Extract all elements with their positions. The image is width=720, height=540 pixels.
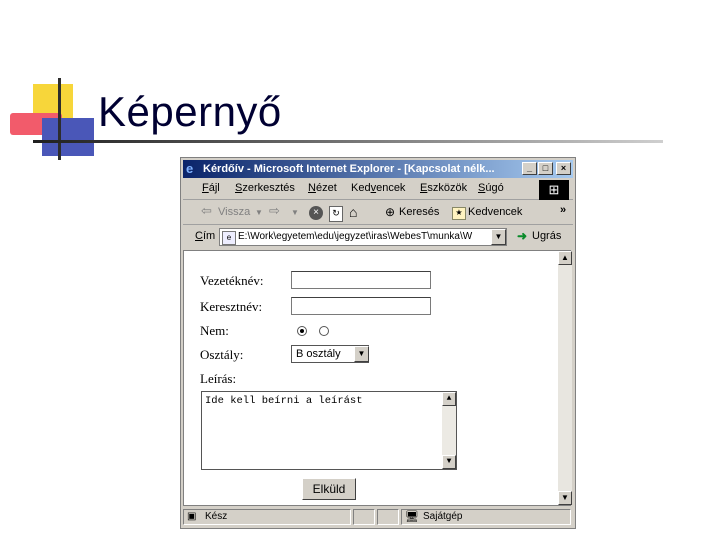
menu-file[interactable]: Fájl [202,182,220,194]
address-dropdown-icon[interactable]: ▼ [491,229,506,245]
close-button[interactable]: × [556,162,571,175]
gender-radio-1[interactable] [297,326,307,336]
firstname-label: Keresztnév: [200,299,263,314]
status-bar: ▣ Kész 🖥 Sajátgép [183,508,573,526]
status-zone: Sajátgép [423,511,463,522]
search-icon[interactable]: ⊕ [385,205,395,219]
class-label: Osztály: [200,347,244,362]
status-page-icon: ▣ [187,511,197,522]
refresh-icon[interactable]: ↻ [329,206,343,222]
go-button[interactable]: Ugrás [532,230,561,242]
search-button[interactable]: Keresés [399,206,439,218]
favorites-button[interactable]: Kedvencek [468,206,522,218]
favorites-icon[interactable]: ★ [452,207,466,220]
maximize-button[interactable]: □ [538,162,553,175]
back-dropdown-icon[interactable]: ▼ [255,208,263,217]
textarea-scroll-down-icon[interactable]: ▼ [442,455,456,469]
decor-vertical-line [58,78,61,160]
windows-flag-icon: ⊞ [539,180,569,200]
address-label: Cím [195,230,216,242]
decor-blue-square [42,118,94,156]
browser-window: e Kérdőív - Microsoft Internet Explorer … [180,157,576,529]
textarea-scroll-up-icon[interactable]: ▲ [442,392,456,406]
menu-bar: Fájl Szerkesztés Nézet Kedvencek Eszközö… [183,179,573,200]
menu-view[interactable]: Nézet [308,182,337,194]
description-value: Ide kell beírni a leírást [205,395,363,407]
slide-title: Képernyő [98,88,282,135]
stop-icon[interactable]: × [309,206,323,220]
class-dropdown-icon[interactable]: ▼ [354,346,369,362]
toolbar-more-chevron[interactable]: » [560,204,566,216]
gender-radio-2[interactable] [319,326,329,336]
menu-edit[interactable]: Szerkesztés [235,182,295,194]
textarea-scrollbar[interactable]: ▲ ▼ [442,392,456,469]
menu-tools[interactable]: Eszközök [420,182,467,194]
page-icon: e [222,231,236,245]
back-button[interactable]: Vissza [218,206,250,218]
description-textarea[interactable]: Ide kell beírni a leírást ▲ ▼ [201,391,457,470]
ie-logo-icon: e [186,161,194,176]
status-cell-3 [377,509,399,525]
title-bar: e Kérdőív - Microsoft Internet Explorer … [183,160,573,178]
firstname-input[interactable] [291,297,431,315]
page-scrollbar[interactable]: ▲ ▼ [558,251,572,505]
scroll-down-icon[interactable]: ▼ [558,491,572,505]
computer-icon: 🖥 [405,511,419,523]
menu-help[interactable]: Súgó [478,182,504,194]
page-content: Vezetéknév: Keresztnév: Nem: Osztály: B … [183,250,572,506]
class-select-value: B osztály [296,348,341,360]
description-label: Leírás: [200,371,237,386]
toolbar: ⇦ Vissza ▼ ⇨ ▼ × ↻ ⌂ ⊕ Keresés ★ Kedvenc… [183,202,573,225]
surname-label: Vezetéknév: [200,273,264,288]
forward-dropdown-icon[interactable]: ▼ [291,208,299,217]
status-ready: Kész [205,511,228,522]
back-arrow-icon[interactable]: ⇦ [201,203,212,219]
address-value: E:\Work\egyetem\edu\jegyzet\iras\WebesT\… [238,231,473,242]
address-input[interactable]: e E:\Work\egyetem\edu\jegyzet\iras\Webes… [219,228,507,246]
decor-horizontal-line [33,140,663,143]
minimize-button[interactable]: _ [522,162,537,175]
submit-button[interactable]: Elküld [302,478,356,500]
status-cell-2 [353,509,375,525]
forward-arrow-icon[interactable]: ⇨ [269,203,280,219]
window-title: Kérdőív - Microsoft Internet Explorer - … [203,163,495,175]
menu-favorites[interactable]: Kedvencek [351,182,405,194]
scroll-up-icon[interactable]: ▲ [558,251,572,265]
gender-label: Nem: [200,323,229,338]
home-icon[interactable]: ⌂ [349,204,357,220]
address-bar: Cím e E:\Work\egyetem\edu\jegyzet\iras\W… [183,226,573,248]
surname-input[interactable] [291,271,431,289]
go-arrow-icon[interactable]: ➜ [517,229,527,243]
